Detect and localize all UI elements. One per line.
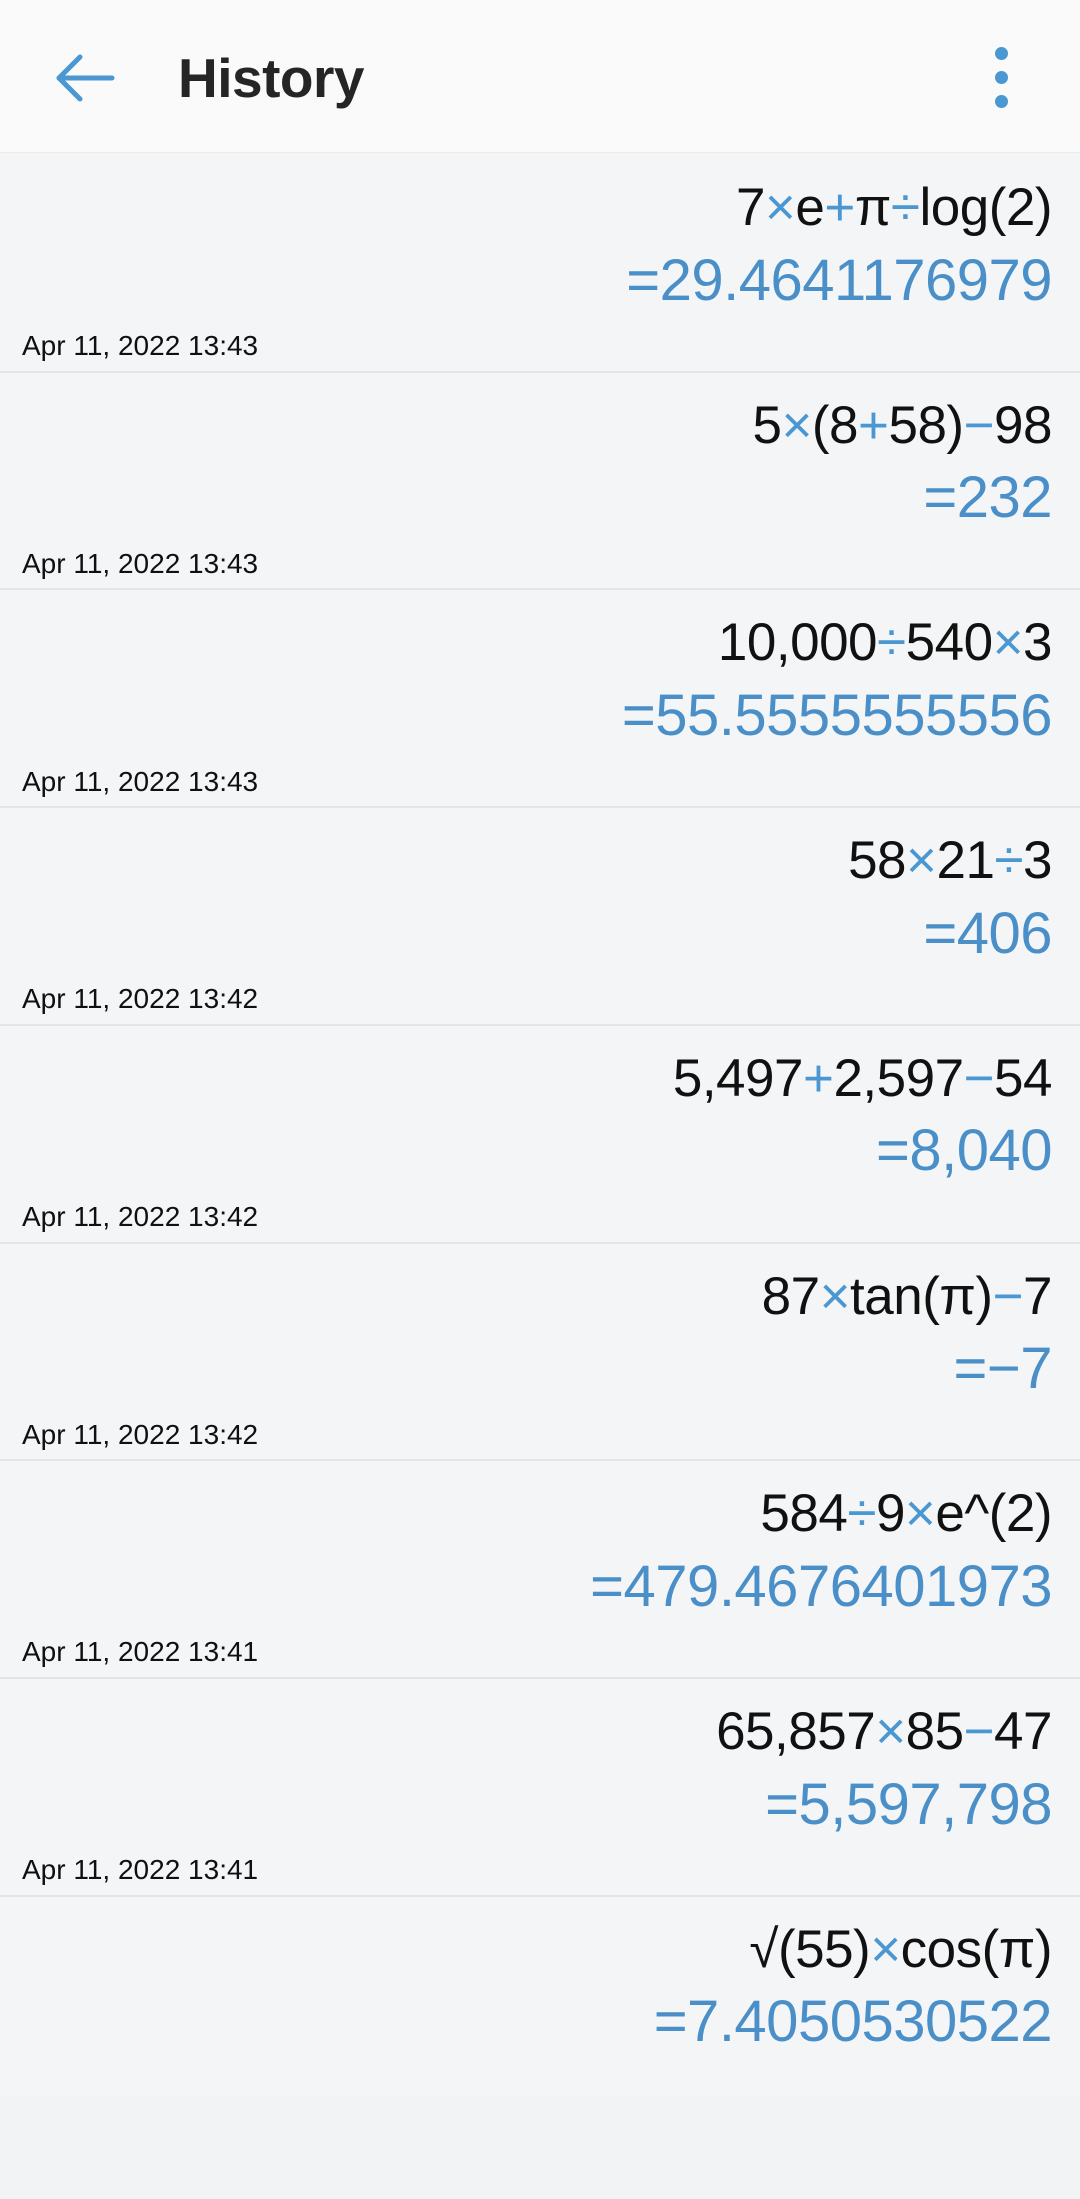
timestamp-text: Apr 11, 2022 13:42 — [22, 1201, 259, 1232]
history-list[interactable]: 7×e+π÷log(2) =29.4641176979 Apr 11, 2022 1… — [0, 155, 1080, 2097]
arrow-left-icon — [54, 52, 116, 104]
expression-text: 10,000÷540×3 — [22, 598, 1053, 675]
page-title: History — [178, 46, 365, 109]
operator-glyph: − — [963, 395, 995, 455]
timestamp-text: Apr 11, 2022 13:43 — [22, 330, 259, 362]
timestamp-text: Apr 11, 2022 13:42 — [22, 1418, 259, 1450]
more-vertical-icon-dot-2 — [994, 71, 1008, 84]
operand-glyph: 540 — [905, 613, 993, 673]
history-item[interactable]: 58×21÷3 =406 Apr 11, 2022 13:42 — [0, 808, 1080, 1026]
expression-text: 584÷9×e^(2) — [22, 1469, 1052, 1546]
app-bar: History — [0, 0, 1080, 155]
result-text: =479.4676401973 — [590, 1553, 1052, 1619]
operand-glyph: 2,597 — [833, 1048, 964, 1108]
expression-text: 58×21÷3 — [22, 816, 1052, 893]
back-button[interactable] — [42, 35, 128, 121]
operand-glyph: √(55) — [749, 1919, 871, 1979]
expression-text: 5,497+2,597−54 — [22, 1034, 1053, 1111]
operator-glyph: ÷ — [994, 831, 1024, 891]
operator-glyph: − — [963, 1048, 995, 1108]
result-text: =232 — [923, 465, 1052, 531]
operator-glyph: + — [803, 1048, 834, 1108]
operand-glyph: 7 — [735, 178, 765, 237]
operator-glyph: + — [824, 178, 855, 237]
operator-glyph: × — [781, 395, 812, 455]
expression-text: 7×e+π÷log(2) — [22, 163, 1053, 240]
operand-glyph: π — [854, 178, 892, 237]
operator-glyph: − — [992, 1266, 1024, 1326]
operand-glyph: 85 — [905, 1702, 964, 1762]
result-text: =406 — [923, 900, 1052, 966]
expression-text: √(55)×cos(π) — [22, 1905, 1052, 1982]
operand-glyph: 5,497 — [672, 1048, 804, 1108]
history-item[interactable]: 584÷9×e^(2) =479.4676401973 Apr 11, 2022 1… — [0, 1461, 1080, 1680]
operand-glyph: 9 — [875, 1484, 905, 1544]
history-item[interactable]: 10,000÷540×3 =55.5555555556 Apr 11, 2022 1… — [0, 590, 1080, 809]
result-text: =7.4050530522 — [653, 1989, 1053, 2055]
operand-glyph: (8 — [811, 395, 859, 455]
operator-glyph: × — [764, 178, 796, 237]
operand-glyph: cos(π) — [900, 1919, 1053, 1979]
operand-glyph: 5 — [752, 395, 782, 455]
operand-glyph: 87 — [761, 1266, 820, 1326]
operand-glyph: 47 — [994, 1702, 1052, 1762]
operator-glyph: × — [904, 1484, 936, 1544]
timestamp-text: Apr 11, 2022 13:41 — [22, 1854, 259, 1886]
operand-glyph: 10,000 — [717, 613, 878, 673]
timestamp-text: Apr 11, 2022 13:43 — [22, 547, 259, 579]
operand-glyph: 7 — [1023, 1266, 1052, 1326]
operator-glyph: × — [875, 1702, 906, 1762]
operator-glyph: ÷ — [890, 178, 920, 237]
operand-glyph: 21 — [936, 831, 995, 891]
operand-glyph: e^(2) — [935, 1484, 1052, 1544]
expression-text: 87×tan(π)−7 — [22, 1252, 1053, 1329]
history-item[interactable]: 87×tan(π)−7 =−7 Apr 11, 2022 13:42 — [0, 1243, 1080, 1462]
operand-glyph: 65,857 — [716, 1702, 876, 1762]
operand-glyph: 54 — [994, 1048, 1052, 1108]
more-vertical-icon-dot-1 — [994, 47, 1008, 60]
result-text: =29.4641176979 — [626, 247, 1052, 313]
history-item[interactable]: 7×e+π÷log(2) =29.4641176979 Apr 11, 2022 1… — [0, 155, 1080, 373]
operator-glyph: + — [858, 395, 889, 455]
operator-glyph: × — [819, 1266, 851, 1326]
operator-glyph: × — [992, 613, 1024, 673]
operator-glyph: ÷ — [877, 613, 906, 673]
operator-glyph: × — [906, 831, 937, 891]
result-text: =55.5555555556 — [621, 682, 1053, 748]
history-item[interactable]: 65,857×85−47 =5,597,798 Apr 11, 2022 13:41 — [0, 1679, 1080, 1897]
timestamp-text: Apr 11, 2022 13:41 — [22, 1636, 259, 1668]
operand-glyph: 584 — [760, 1484, 848, 1544]
operator-glyph: × — [870, 1919, 901, 1979]
operand-glyph: 3 — [1023, 613, 1052, 673]
operator-glyph: ÷ — [847, 1484, 876, 1544]
operand-glyph: 58 — [848, 831, 907, 891]
operand-glyph: 58) — [888, 395, 964, 455]
timestamp-text: Apr 11, 2022 13:42 — [22, 983, 259, 1015]
operand-glyph: 3 — [1023, 831, 1052, 891]
operand-glyph: e — [795, 178, 825, 237]
history-item[interactable]: √(55)×cos(π) =7.4050530522 — [0, 1896, 1080, 2097]
operand-glyph: log(2) — [919, 178, 1052, 237]
overflow-menu-button[interactable] — [956, 33, 1046, 123]
expression-text: 5×(8+58)−98 — [22, 381, 1052, 458]
result-text: =8,040 — [875, 1118, 1053, 1184]
history-item[interactable]: 5×(8+58)−98 =232 Apr 11, 2022 13:43 — [0, 372, 1080, 591]
history-screen: History 7×e+π÷log(2) =29.4641176979 Apr 11… — [0, 0, 1080, 2199]
more-vertical-icon-dot-3 — [994, 95, 1008, 108]
operand-glyph: 98 — [994, 395, 1052, 455]
timestamp-text: Apr 11, 2022 13:43 — [22, 765, 259, 797]
result-text: =−7 — [953, 1336, 1053, 1402]
operator-glyph: − — [963, 1702, 995, 1762]
expression-text: 65,857×85−47 — [22, 1687, 1052, 1764]
operand-glyph: tan(π) — [850, 1266, 993, 1326]
result-text: =5,597,798 — [765, 1771, 1052, 1837]
history-item[interactable]: 5,497+2,597−54 =8,040 Apr 11, 2022 13:42 — [0, 1025, 1080, 1244]
